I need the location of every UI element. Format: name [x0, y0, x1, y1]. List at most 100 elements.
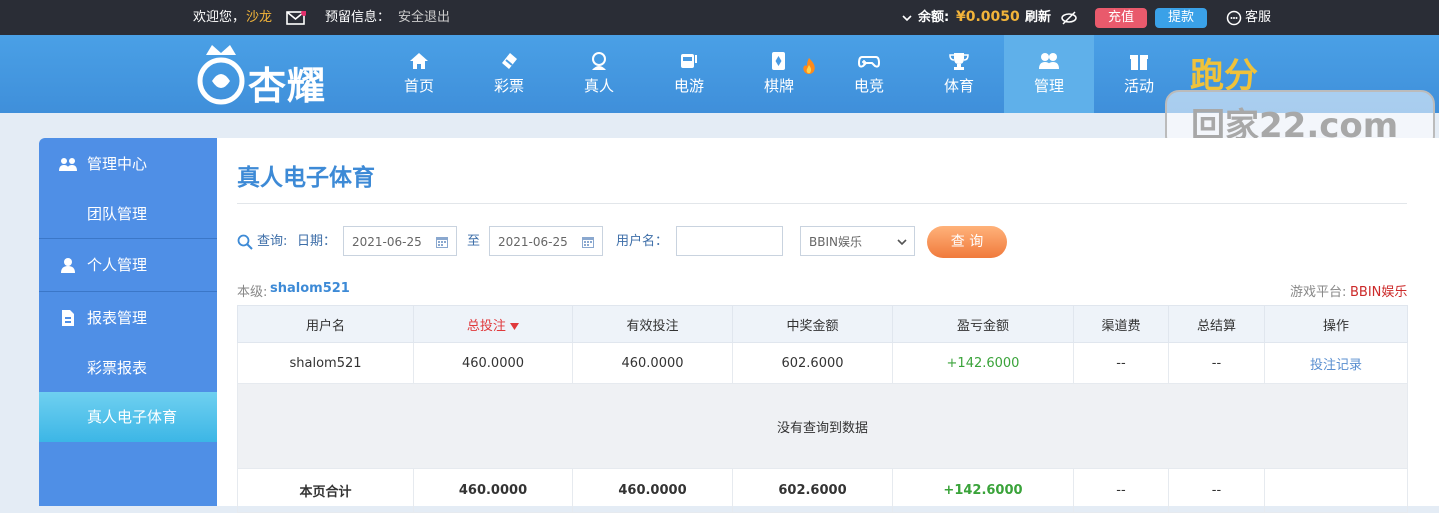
- service-icon[interactable]: [1226, 0, 1242, 35]
- sidebar-item-label: 报表管理: [87, 309, 148, 327]
- bet-record-link[interactable]: 投注记录: [1264, 342, 1408, 384]
- divider: [237, 203, 1407, 204]
- logo-text: 杏耀: [248, 64, 327, 108]
- calendar-icon: [582, 237, 594, 248]
- logout-link[interactable]: 安全退出: [398, 0, 450, 35]
- nav-slot[interactable]: 电游: [644, 35, 734, 113]
- col-header-prize[interactable]: 中奖金额: [732, 305, 893, 343]
- nav-label: 电游: [673, 77, 704, 95]
- reserved-info-label: 预留信息：: [325, 10, 391, 25]
- empty-row: 没有查询到数据: [237, 383, 1408, 469]
- col-header-total-bet[interactable]: 总投注: [413, 305, 573, 343]
- top-bar: 欢迎您， 沙龙 预留信息： 安全退出 余额: ¥0.0050 刷新 充值 提款 …: [0, 0, 1439, 35]
- platform-select[interactable]: BBIN娱乐: [800, 226, 915, 256]
- query-label: 查询:: [257, 234, 288, 249]
- nav-home[interactable]: 首页: [374, 35, 464, 113]
- nav-label: 真人: [583, 77, 614, 95]
- cell-settlement: --: [1168, 342, 1265, 384]
- chevron-down-icon[interactable]: [902, 0, 912, 35]
- user-icon: [61, 258, 75, 273]
- username-label: 用户名：: [616, 234, 669, 249]
- platform-select-value: BBIN娱乐: [809, 235, 862, 249]
- date-from-input[interactable]: 2021-06-25: [343, 226, 457, 256]
- balance-label: 余额:: [918, 10, 950, 25]
- refresh-link[interactable]: 刷新: [1025, 0, 1051, 35]
- table-row: shalom521 460.0000 460.0000 602.6000 +14…: [237, 342, 1408, 384]
- cell-prize: 602.6000: [732, 342, 893, 384]
- sidebar-item-reports[interactable]: 报表管理: [39, 292, 217, 344]
- col-header-channel-fee: 渠道费: [1073, 305, 1169, 343]
- live-icon: [592, 52, 606, 70]
- table-header-row: 用户名 总投注 有效投注 中奖金额 盈亏金额 渠道费 总结算 操作: [237, 305, 1408, 343]
- mail-icon[interactable]: [286, 0, 307, 35]
- nav-lottery[interactable]: 彩票: [464, 35, 554, 113]
- nav-cards[interactable]: 棋牌: [734, 35, 824, 113]
- sidebar-item-label: 个人管理: [87, 256, 148, 274]
- level-value: shalom521: [270, 281, 350, 296]
- sidebar-item-team[interactable]: 团队管理: [39, 190, 217, 239]
- nav-label: 电竞: [853, 77, 884, 95]
- sidebar-item-live-esports[interactable]: 真人电子体育: [39, 392, 217, 442]
- col-header-label: 总投注: [466, 318, 506, 334]
- hot-flame-icon: [803, 58, 815, 74]
- watermark: 跑分 回家22.com: [1165, 40, 1435, 150]
- page-title: 真人电子体育: [237, 165, 375, 191]
- col-header-username[interactable]: 用户名: [237, 305, 414, 343]
- sidebar-item-label: 管理中心: [87, 155, 148, 173]
- service-link[interactable]: 客服: [1245, 0, 1271, 35]
- cell-valid-bet: 460.0000: [572, 342, 733, 384]
- col-header-settlement: 总结算: [1168, 305, 1265, 343]
- date-to-input[interactable]: 2021-06-25: [489, 226, 603, 256]
- nav-label: 棋牌: [763, 77, 794, 95]
- username-input[interactable]: [676, 226, 783, 256]
- cell-profit: +142.6000: [892, 342, 1074, 384]
- eye-off-icon[interactable]: [1060, 0, 1078, 35]
- sidebar-item-label: 真人电子体育: [87, 408, 178, 426]
- users-icon: [59, 158, 77, 171]
- cell-channel-fee: --: [1073, 342, 1169, 384]
- sort-down-icon: [510, 322, 520, 330]
- nav-label: 彩票: [493, 77, 524, 95]
- nav-label: 体育: [943, 77, 974, 95]
- col-header-valid-bet[interactable]: 有效投注: [572, 305, 733, 343]
- welcome-text: 欢迎您，: [193, 10, 246, 25]
- slot-icon: [681, 54, 697, 68]
- platform-label: 游戏平台:: [1290, 285, 1347, 300]
- date-from-value: 2021-06-25: [352, 235, 422, 249]
- trophy-icon: [949, 53, 969, 70]
- gift-icon: [1130, 55, 1148, 70]
- report-icon: [62, 310, 74, 326]
- nav-label: 首页: [403, 77, 434, 95]
- date-to-value: 2021-06-25: [498, 235, 568, 249]
- sidebar-item-lottery-report[interactable]: 彩票报表: [39, 342, 217, 394]
- sidebar-item-label: 团队管理: [87, 205, 148, 223]
- nav-esports[interactable]: 电竞: [824, 35, 914, 113]
- date-label: 日期：: [297, 234, 337, 249]
- search-button[interactable]: 查 询: [927, 226, 1007, 258]
- nav-live[interactable]: 真人: [554, 35, 644, 113]
- search-icon: [237, 226, 253, 258]
- col-header-profit[interactable]: 盈亏金额: [892, 305, 1074, 343]
- lottery-icon: [502, 53, 517, 69]
- logo-emblem-icon: [197, 45, 245, 105]
- cards-icon: [772, 52, 785, 70]
- to-label: 至: [467, 234, 481, 249]
- brand-logo[interactable]: 杏耀: [196, 43, 346, 108]
- nav-sports[interactable]: 体育: [914, 35, 1004, 113]
- cell-username: shalom521: [237, 342, 414, 384]
- calendar-icon: [436, 237, 448, 248]
- home-icon: [410, 53, 428, 69]
- sidebar: 管理中心 团队管理 个人管理 报表管理 彩票报表 真人电子体育: [39, 138, 217, 506]
- chevron-down-icon: [897, 239, 907, 246]
- empty-text: 没有查询到数据: [237, 383, 1408, 469]
- report-table: 用户名 总投注 有效投注 中奖金额 盈亏金额 渠道费 总结算 操作 shalom…: [237, 305, 1408, 513]
- level-label: 本级:: [237, 285, 268, 300]
- withdraw-button[interactable]: 提款: [1155, 8, 1207, 28]
- sidebar-item-personal[interactable]: 个人管理: [39, 239, 217, 292]
- col-header-action: 操作: [1264, 305, 1408, 343]
- nav-manage[interactable]: 管理: [1004, 35, 1094, 113]
- platform-value: BBIN娱乐: [1350, 285, 1408, 300]
- recharge-button[interactable]: 充值: [1095, 8, 1147, 28]
- cell-total-bet: 460.0000: [413, 342, 573, 384]
- sidebar-item-manage-center[interactable]: 管理中心: [39, 138, 217, 190]
